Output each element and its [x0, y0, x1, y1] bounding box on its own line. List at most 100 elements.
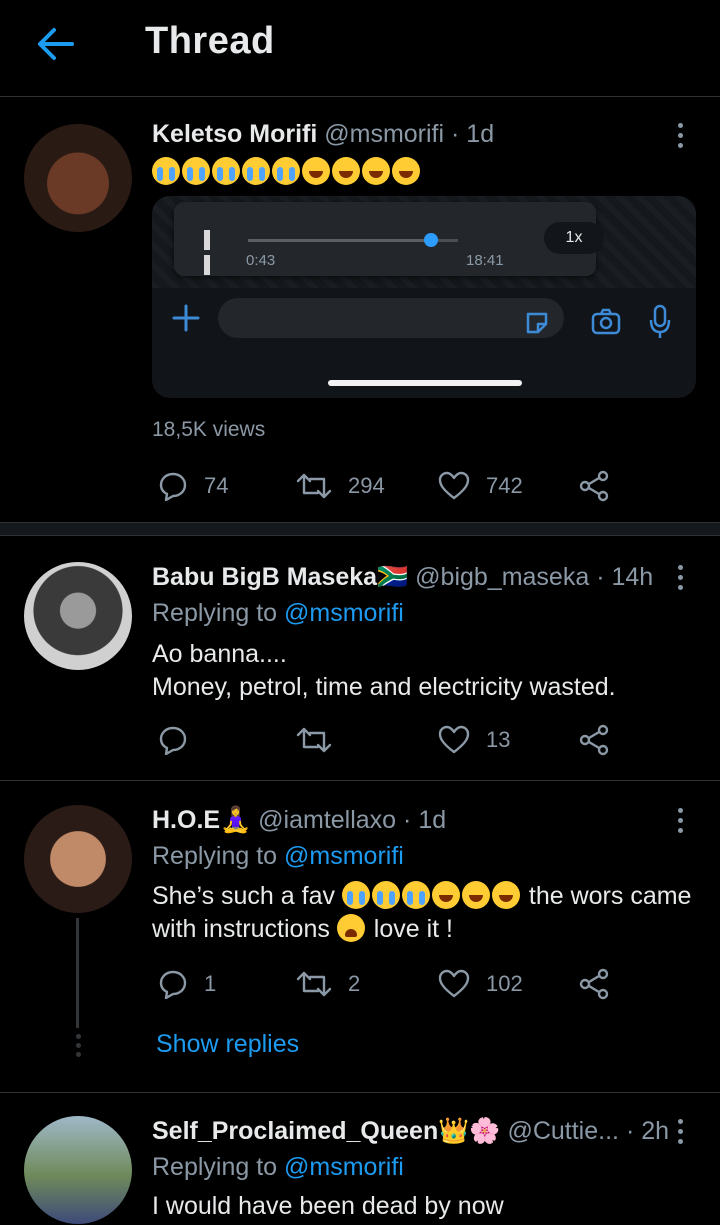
crying-face-icon — [371, 881, 400, 909]
view-count: 18,5K views — [152, 418, 266, 441]
reply-button[interactable] — [158, 720, 204, 760]
crying-face-icon — [212, 157, 240, 185]
share-icon — [579, 968, 609, 1000]
plus-icon[interactable] — [170, 302, 202, 334]
replying-to-link[interactable]: @msmorifi — [284, 842, 404, 870]
sticker-icon[interactable] — [524, 310, 550, 336]
avatar[interactable] — [24, 805, 132, 913]
tweet-time: · 14h — [596, 563, 654, 591]
message-input[interactable] — [218, 298, 564, 338]
author-handle: @msmorifi — [324, 120, 445, 148]
replying-to: Replying to @msmorifi — [152, 1153, 404, 1182]
replying-to-link[interactable]: @msmorifi — [284, 599, 404, 627]
more-options-icon[interactable] — [670, 805, 690, 835]
reply-icon — [159, 726, 187, 755]
crying-face-icon — [242, 157, 270, 185]
pause-icon[interactable] — [204, 230, 222, 275]
tweet-text-part: with instructions — [152, 915, 330, 943]
reply-count: 1 — [204, 971, 217, 996]
divider — [0, 1092, 720, 1093]
tweet-time: · 1d — [451, 120, 495, 148]
replying-to-label: Replying to — [152, 599, 278, 627]
rolling-laughing-icon — [461, 881, 490, 909]
total-duration: 18:41 — [466, 252, 504, 269]
tweet-header: Babu BigB Maseka🇿🇦 @bigb_maseka · 14h — [152, 563, 653, 592]
share-icon — [579, 470, 609, 502]
tweet-actions: 13 — [152, 720, 672, 760]
tweet-text-part: She’s such a fav — [152, 882, 335, 910]
reply-icon — [159, 970, 187, 999]
tweet-text-part: the wors came — [528, 882, 692, 910]
crying-face-icon — [401, 881, 430, 909]
laughing-face-icon — [392, 157, 420, 185]
more-options-icon[interactable] — [670, 1116, 690, 1146]
share-button[interactable] — [578, 466, 626, 506]
tweet-text-part: love it ! — [373, 915, 453, 943]
retweet-icon — [296, 727, 332, 753]
top-app-bar: Thread — [0, 0, 720, 97]
avatar[interactable] — [24, 124, 132, 232]
retweet-icon — [296, 473, 332, 499]
like-button[interactable]: 102 — [438, 964, 523, 1004]
thread-dots — [74, 1034, 82, 1061]
reply-button[interactable]: 1 — [158, 964, 216, 1004]
like-count: 13 — [486, 727, 511, 752]
reply-button[interactable]: 74 — [158, 466, 228, 506]
laughing-face-icon — [302, 157, 330, 185]
more-options-icon[interactable] — [670, 120, 690, 150]
media-screenshot[interactable]: 0:43 18:41 1x — [152, 196, 696, 398]
tweet-header: Keletso Morifi @msmorifi · 1d — [152, 120, 494, 149]
share-icon — [579, 724, 609, 756]
reply-icon — [159, 472, 187, 501]
share-button[interactable] — [578, 720, 626, 760]
weary-face-icon — [336, 914, 365, 942]
tweet-text: Ao banna.... Money, petrol, time and ele… — [152, 638, 712, 704]
share-button[interactable] — [578, 964, 626, 1004]
like-button[interactable]: 742 — [438, 466, 523, 506]
tweet-time: · 1d — [403, 806, 447, 834]
page-title: Thread — [145, 20, 275, 62]
more-options-icon[interactable] — [670, 562, 690, 592]
avatar[interactable] — [24, 1116, 132, 1224]
tweet-actions: 1 2 102 — [152, 964, 672, 1004]
replying-to: Replying to @msmorifi — [152, 599, 404, 628]
avatar[interactable] — [24, 562, 132, 670]
tweet-text-line: Ao banna.... — [152, 640, 287, 668]
camera-icon[interactable] — [590, 306, 622, 338]
replying-to: Replying to @msmorifi — [152, 842, 404, 871]
author-name[interactable]: Keletso Morifi — [152, 120, 317, 148]
progress-knob[interactable] — [423, 233, 438, 247]
retweet-button[interactable]: 2 — [296, 964, 360, 1004]
tweet-text-line: I would have been dead by now — [152, 1192, 504, 1220]
tweet-header: H.O.E🧘‍♀️ @iamtellaxo · 1d — [152, 806, 446, 835]
tweet-header: Self_Proclaimed_Queen👑🌸 @Cuttie... · 2h — [152, 1117, 669, 1146]
playback-speed-button[interactable]: 1x — [544, 222, 604, 254]
retweet-icon — [296, 971, 332, 997]
crying-face-icon — [272, 157, 300, 185]
tweet-text-line: Money, petrol, time and electricity wast… — [152, 673, 616, 701]
section-divider — [0, 522, 720, 536]
like-count: 102 — [486, 971, 523, 996]
thread-connector — [76, 918, 79, 1028]
like-button[interactable]: 13 — [438, 720, 510, 760]
replying-to-link[interactable]: @msmorifi — [284, 1153, 404, 1181]
heart-icon — [438, 725, 470, 754]
microphone-icon[interactable] — [648, 304, 672, 340]
replying-to-label: Replying to — [152, 1153, 278, 1181]
crying-face-icon — [182, 157, 210, 185]
retweet-button[interactable]: 294 — [296, 466, 385, 506]
back-arrow-icon[interactable] — [36, 26, 76, 62]
crying-face-icon — [152, 157, 180, 185]
laughing-face-icon — [332, 157, 360, 185]
author-name[interactable]: Babu BigB Maseka🇿🇦 — [152, 563, 408, 591]
author-name[interactable]: H.O.E🧘‍♀️ — [152, 806, 251, 834]
show-replies-link[interactable]: Show replies — [156, 1030, 299, 1059]
retweet-button[interactable] — [296, 720, 348, 760]
elapsed-time: 0:43 — [246, 252, 276, 269]
heart-icon — [438, 471, 470, 500]
crying-face-icon — [341, 881, 370, 909]
tweet-text: I would have been dead by now — [152, 1190, 712, 1223]
laughing-face-icon — [362, 157, 390, 185]
author-name[interactable]: Self_Proclaimed_Queen👑🌸 — [152, 1117, 501, 1145]
voice-note-player: 0:43 18:41 1x — [174, 202, 604, 276]
